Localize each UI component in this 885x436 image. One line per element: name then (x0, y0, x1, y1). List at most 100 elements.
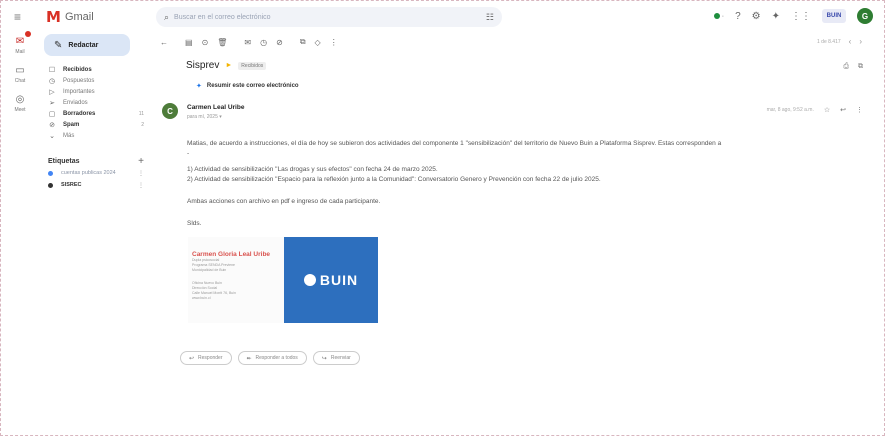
summarize-label: Resumir este correo electrónico (206, 83, 299, 89)
open-new-window-icon[interactable]: ⧉ (858, 63, 863, 71)
signature-name: Carmen Gloria Leal Uribe (192, 251, 271, 258)
sidebar-item-more[interactable]: ⌄ Más (40, 130, 152, 141)
sidebar-item-inbox[interactable]: ☐ Recibidos (40, 64, 152, 75)
reply-all-label: Responder a todos (255, 355, 298, 361)
recipient-details[interactable]: para mí, 2025 ▾ (187, 114, 222, 120)
rail-label: Meet (14, 107, 26, 113)
add-task-icon[interactable]: ⊘ (276, 38, 283, 47)
back-arrow-icon[interactable]: ← (160, 38, 168, 47)
sidebar-item-count: 11 (138, 110, 144, 117)
sender-name[interactable]: Carmen Leal Uribe (187, 104, 244, 111)
previous-icon[interactable]: ‹ (849, 37, 852, 46)
sidebar: ✎ Redactar ☐ Recibidos ◷ Pospuestos ▷ Importa… (40, 34, 152, 191)
rail-item-chat[interactable]: ▭ Chat (0, 63, 40, 85)
reply-actions: ↩ Responder ↞ Responder a todos ↪ Reenvi… (180, 351, 360, 365)
signature-line: www.buin.cl (192, 296, 211, 300)
buin-emblem-icon (303, 274, 316, 286)
folder-tag[interactable]: Recibidos (238, 61, 267, 70)
search-bar[interactable]: ⌕ Buscar en el correo electrónico ☷ (156, 7, 502, 27)
gemini-icon[interactable]: ✦ (772, 11, 780, 22)
message-more-icon[interactable]: ⋮ (856, 106, 863, 114)
app-name: Gmail (64, 11, 94, 23)
sidebar-item-important[interactable]: ▷ Importantes (40, 86, 152, 97)
add-label-icon[interactable]: + (138, 156, 144, 167)
label-icon[interactable]: ◇ (315, 38, 321, 47)
meet-icon: ◎ (15, 93, 25, 105)
more-icon: ⌄ (49, 132, 55, 140)
top-bar: ≡ M Gmail ⌕ Buscar en el correo electrón… (0, 0, 885, 34)
message-toolbar: ← ▤ ⊙ 🗑 ✉ ◷ ⊘ ⧉ ◇ ⋮ 1 de 8.417 ‹ › (160, 34, 872, 50)
sidebar-item-spam[interactable]: ⊘ Spam 2 (40, 119, 152, 130)
print-icon[interactable]: ⎙ (843, 63, 849, 71)
body-paragraph: Ambas acciones con archivo en pdf e ingr… (187, 198, 381, 205)
account-avatar[interactable]: G (857, 8, 873, 24)
subject-row: Sisprev ► Recibidos (186, 60, 267, 71)
sidebar-item-sent[interactable]: ➢ Enviados (40, 97, 152, 108)
label-item[interactable]: SISREC ⋮ (40, 179, 152, 191)
forward-label: Reenviar (330, 355, 351, 361)
forward-button[interactable]: ↪ Reenviar (312, 351, 360, 365)
important-marker-icon[interactable]: ► (225, 62, 232, 69)
label-name: SISREC (61, 182, 82, 188)
mark-unread-icon[interactable]: ✉ (244, 38, 251, 47)
main-menu-icon[interactable]: ≡ (14, 10, 21, 24)
rail-label: Chat (14, 78, 26, 84)
sidebar-item-label: Importantes (63, 88, 95, 95)
next-icon[interactable]: › (859, 37, 862, 46)
search-input[interactable]: Buscar en el correo electrónico (174, 14, 481, 21)
delete-icon[interactable]: 🗑 (217, 38, 227, 47)
buin-logo-panel: BUIN (284, 237, 378, 323)
reply-button[interactable]: ↩ Responder (180, 351, 232, 365)
label-item[interactable]: cuentas publicas 2024 ⋮ (40, 167, 152, 179)
report-spam-icon[interactable]: ⊙ (202, 38, 209, 47)
sender-avatar[interactable]: C (162, 103, 178, 119)
email-body: Matias, de acuerdo a instrucciones, el d… (187, 139, 877, 229)
label-more-icon[interactable]: ⋮ (138, 170, 144, 177)
folder-list: ☐ Recibidos ◷ Pospuestos ▷ Importantes ➢ Enviad… (40, 64, 152, 141)
search-options-icon[interactable]: ☷ (486, 12, 494, 23)
label-name: cuentas publicas 2024 (61, 170, 116, 176)
spam-icon: ⊘ (49, 121, 55, 129)
help-icon[interactable]: ? (735, 11, 741, 22)
compose-button[interactable]: ✎ Redactar (44, 34, 130, 56)
snooze-icon[interactable]: ◷ (260, 38, 267, 47)
labels-header: Etiquetas + (40, 155, 152, 167)
reply-all-button[interactable]: ↞ Responder a todos (237, 351, 307, 365)
rail-item-meet[interactable]: ◎ Meet (0, 92, 40, 114)
search-icon[interactable]: ⌕ (164, 12, 169, 23)
rail-label: Mail (15, 49, 25, 55)
label-color-icon (48, 182, 53, 188)
settings-gear-icon[interactable]: ⚙ (752, 11, 761, 22)
top-right-actions: · ? ⚙ ✦ ⋮⋮ BUIN G (713, 8, 873, 24)
drafts-icon: ▢ (48, 110, 56, 118)
apps-grid-icon[interactable]: ⋮⋮ (791, 11, 811, 22)
sidebar-item-drafts[interactable]: ▢ Borradores 11 (40, 108, 152, 119)
gmail-m-icon: M (46, 8, 61, 26)
sparkle-icon: ✦ (196, 83, 202, 90)
unread-badge (25, 31, 31, 37)
status-indicator[interactable]: · (713, 12, 725, 20)
body-paragraph: - (187, 150, 190, 157)
move-to-icon[interactable]: ⧉ (300, 37, 306, 47)
sent-icon: ➢ (49, 99, 55, 107)
label-color-icon (48, 170, 53, 176)
message-date: mar, 8 ago, 9:52 a.m. (766, 107, 814, 113)
rail-item-mail[interactable]: ✉ Mail (0, 31, 40, 55)
chat-icon: ▭ (15, 64, 25, 76)
reply-icon[interactable]: ↩ (840, 106, 846, 114)
more-options-icon[interactable]: ⋮ (330, 38, 338, 47)
sidebar-item-count: 2 (141, 121, 144, 128)
body-paragraph: Slds. (187, 220, 202, 227)
signature-text-block: Carmen Gloria Leal Uribe Dupla psicosoci… (192, 251, 282, 301)
sidebar-item-label: Más (63, 132, 75, 139)
gmail-logo[interactable]: M Gmail (46, 8, 94, 26)
summarize-chip[interactable]: ✦ Resumir este correo electrónico (196, 82, 299, 90)
compose-label: Redactar (68, 41, 99, 49)
label-more-icon[interactable]: ⋮ (138, 182, 144, 189)
sidebar-item-label: Pospuestos (63, 77, 95, 84)
pagination-label: 1 de 8.417 (817, 38, 841, 45)
sidebar-item-snooze[interactable]: ◷ Pospuestos (40, 75, 152, 86)
status-label: · (721, 12, 725, 20)
archive-icon[interactable]: ▤ (185, 38, 193, 47)
star-icon[interactable]: ☆ (824, 106, 830, 114)
